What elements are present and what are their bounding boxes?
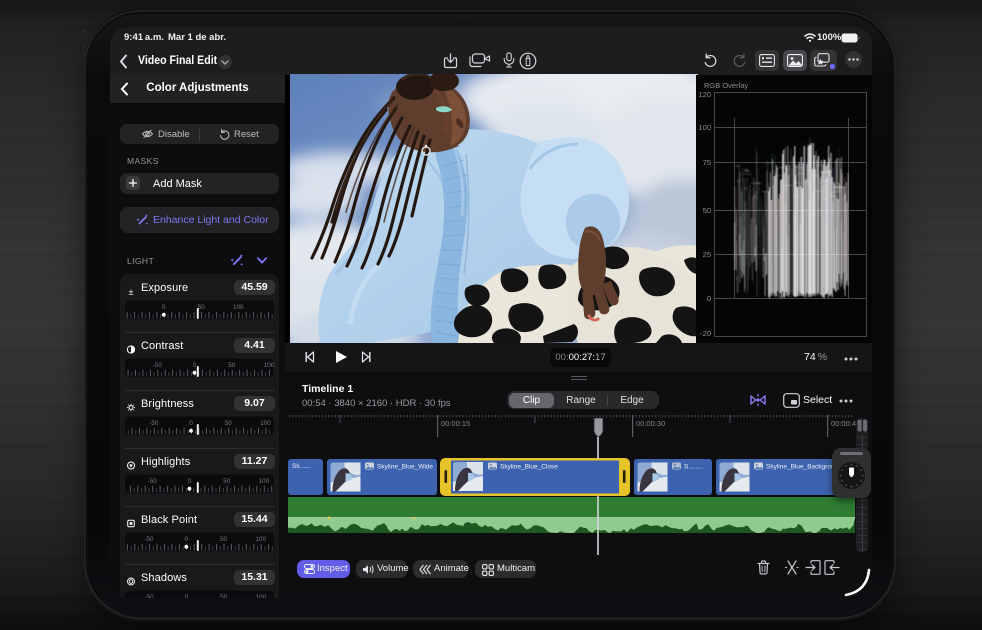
svg-text:Skyline_Blue_Backgrou: Skyline_Blue_Backgrou [766,464,835,471]
svg-text:S........: S........ [684,464,703,471]
svg-text:Sk......: Sk...... [292,463,311,470]
svg-text:00:00:30: 00:00:30 [636,419,665,428]
svg-text:00:00:45: 00:00:45 [831,419,860,428]
svg-text:Skyline_Blue_Wide: Skyline_Blue_Wide [377,464,433,471]
svg-text:00:00:15: 00:00:15 [441,419,470,428]
svg-text:Skyline_Blue_Close: Skyline_Blue_Close [500,464,558,471]
